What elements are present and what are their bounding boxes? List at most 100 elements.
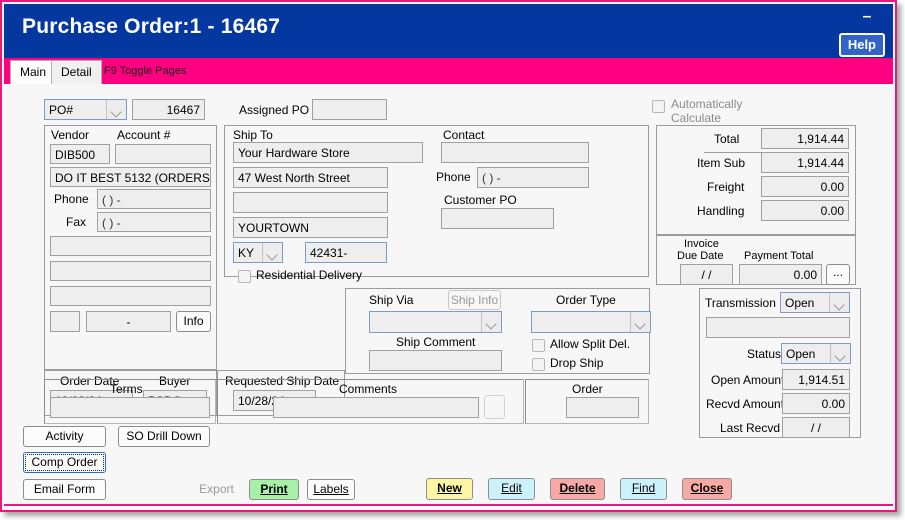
- automatically-calculate-label-line1: Automatically: [671, 97, 743, 111]
- item-sub-field: 1,914.44: [761, 152, 849, 173]
- chevron-down-icon: [262, 243, 282, 262]
- payment-detail-button[interactable]: ...: [826, 264, 850, 285]
- total-field: 1,914.44: [761, 128, 849, 149]
- transmission-value: Open: [785, 296, 815, 310]
- shipto-label: Ship To: [233, 128, 273, 142]
- ship-comment-label: Ship Comment: [396, 335, 476, 349]
- ship-via-select[interactable]: [369, 311, 502, 333]
- chevron-down-icon: [481, 312, 501, 332]
- new-label: New: [437, 481, 462, 495]
- invoice-due-date-label-line2: Due Date: [677, 250, 724, 262]
- residential-delivery-label: Residential Delivery: [256, 268, 363, 282]
- shipto-zip-field[interactable]: 42431-: [305, 242, 387, 263]
- allow-split-delivery-label: Allow Split Del.: [550, 337, 631, 351]
- edit-button[interactable]: Edit: [488, 478, 535, 500]
- drop-ship-checkbox[interactable]: [532, 358, 545, 371]
- vendor-code-field[interactable]: DIB500: [50, 144, 110, 164]
- export-button[interactable]: Export: [189, 479, 244, 500]
- account-number-label: Account #: [117, 128, 171, 142]
- print-button[interactable]: Print: [249, 479, 299, 500]
- contact-field[interactable]: [441, 142, 589, 163]
- activity-button[interactable]: Activity: [23, 426, 106, 447]
- shipto-state-select[interactable]: KY: [233, 242, 283, 263]
- new-button[interactable]: New: [426, 478, 473, 500]
- vendor-address-line1[interactable]: [50, 236, 211, 256]
- po-number-field[interactable]: 16467: [132, 99, 205, 120]
- vendor-fax-field[interactable]: ( ) -: [97, 212, 211, 232]
- automatically-calculate-checkbox[interactable]: [652, 100, 665, 113]
- residential-delivery-checkbox[interactable]: [238, 270, 251, 283]
- shipto-address1-field[interactable]: 47 West North Street: [233, 167, 388, 188]
- purchase-order-window: Purchase Order:1 - 16467 – Help Main Det…: [0, 0, 897, 512]
- vendor-label: Vendor: [51, 128, 90, 142]
- vendor-state-field[interactable]: [50, 311, 80, 332]
- invoice-due-date-label-line1: Invoice: [684, 238, 719, 250]
- freight-field[interactable]: 0.00: [761, 176, 849, 197]
- chevron-down-icon: [106, 100, 126, 119]
- open-amount-field: 1,914.51: [782, 369, 850, 390]
- comments-field[interactable]: [273, 397, 479, 418]
- ship-info-button[interactable]: Ship Info: [448, 290, 501, 310]
- vendor-name-field[interactable]: DO IT BEST 5132 (ORDERS): [50, 167, 211, 187]
- vendor-address-line2[interactable]: [50, 261, 211, 281]
- chevron-down-icon: [829, 293, 849, 312]
- total-label: Total: [714, 132, 740, 146]
- order-label: Order: [572, 382, 603, 396]
- customer-po-field[interactable]: [441, 208, 554, 229]
- minimize-button[interactable]: –: [859, 9, 875, 28]
- vendor-account-field[interactable]: [115, 144, 211, 164]
- open-amount-label: Open Amount: [711, 373, 785, 387]
- assigned-po-field[interactable]: [312, 99, 387, 120]
- transmission-note-field[interactable]: [706, 317, 850, 338]
- payment-total-label: Payment Total: [744, 250, 814, 262]
- handling-field[interactable]: 0.00: [761, 200, 849, 221]
- shipto-name-field[interactable]: Your Hardware Store: [233, 142, 423, 163]
- find-button[interactable]: Find: [620, 478, 667, 500]
- last-recvd-field: / /: [782, 417, 850, 438]
- po-type-select[interactable]: PO#: [44, 99, 127, 120]
- allow-split-delivery-checkbox[interactable]: [532, 339, 545, 352]
- order-type-label: Order Type: [556, 293, 616, 307]
- contact-phone-field[interactable]: ( ) -: [477, 167, 589, 188]
- status-value: Open: [786, 347, 816, 361]
- contact-phone-label: Phone: [436, 170, 471, 184]
- help-button[interactable]: Help: [838, 33, 885, 57]
- tab-strip: Main Detail F9 Toggle Pages: [4, 58, 893, 84]
- terms-field[interactable]: [50, 397, 210, 418]
- shipto-state-value: KY: [238, 246, 255, 260]
- item-sub-label: Item Sub: [697, 156, 746, 170]
- comments-label: Comments: [339, 382, 398, 396]
- labels-button[interactable]: Labels: [307, 479, 355, 500]
- print-label: Print: [260, 482, 288, 496]
- close-label: Close: [690, 481, 724, 495]
- ship-comment-field[interactable]: [369, 350, 502, 371]
- email-form-button[interactable]: Email Form: [23, 479, 106, 500]
- find-label: Find: [631, 481, 656, 495]
- comments-expand-button[interactable]: [484, 395, 505, 419]
- vendor-phone-field[interactable]: ( ) -: [97, 189, 211, 209]
- order-field[interactable]: [566, 397, 639, 418]
- tab-main[interactable]: Main: [10, 60, 57, 84]
- vendor-address-line3[interactable]: [50, 286, 211, 306]
- handling-label: Handling: [697, 204, 745, 218]
- vendor-info-button[interactable]: Info: [176, 311, 211, 332]
- ship-via-label: Ship Via: [369, 293, 414, 307]
- form-body: PO# 16467 Assigned PO Automatically Calc…: [4, 84, 893, 508]
- delete-button[interactable]: Delete: [550, 478, 605, 500]
- tab-detail[interactable]: Detail: [51, 60, 102, 84]
- invoice-due-date-field[interactable]: / /: [680, 264, 733, 285]
- status-select[interactable]: Open: [781, 343, 851, 364]
- so-drill-down-button[interactable]: SO Drill Down: [118, 426, 210, 447]
- vendor-zip-field[interactable]: -: [86, 311, 171, 332]
- recvd-amount-label: Recvd Amount: [706, 397, 785, 411]
- comp-order-button[interactable]: Comp Order: [23, 452, 106, 473]
- order-type-select[interactable]: [531, 311, 651, 333]
- labels-label: Labels: [313, 482, 349, 496]
- close-button[interactable]: Close: [682, 478, 732, 500]
- chevron-down-icon: [630, 312, 650, 332]
- shipto-address2-field[interactable]: [233, 192, 388, 213]
- transmission-select[interactable]: Open: [780, 292, 850, 313]
- shipto-city-field[interactable]: YOURTOWN: [233, 217, 388, 238]
- bottom-accent-rule: [4, 504, 893, 506]
- recvd-amount-field: 0.00: [782, 393, 850, 414]
